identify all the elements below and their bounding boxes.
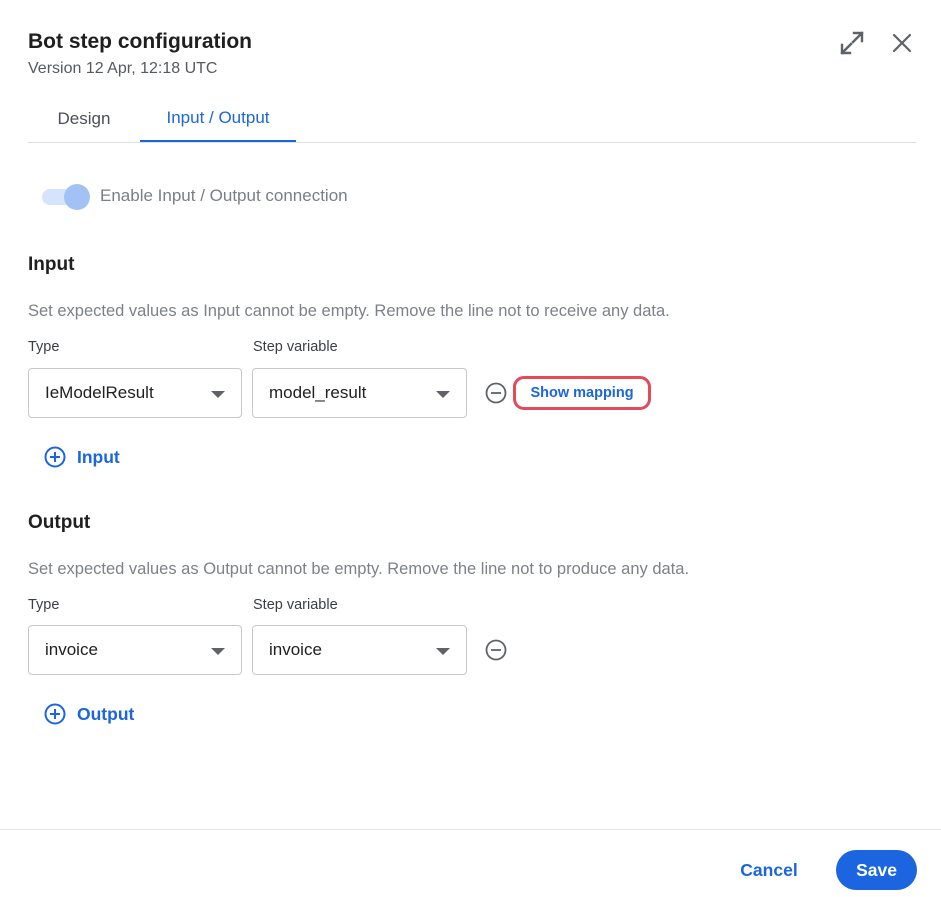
output-variable-label: Step variable: [253, 597, 338, 613]
expand-icon: [840, 31, 864, 55]
input-type-value: IeModelResult: [45, 383, 154, 402]
tab-design[interactable]: Design: [28, 96, 140, 142]
output-type-select[interactable]: invoice: [28, 625, 242, 675]
tab-input-output[interactable]: Input / Output: [140, 96, 296, 142]
input-variable-label: Step variable: [253, 339, 338, 355]
chevron-down-icon: [211, 648, 225, 655]
io-connection-toggle[interactable]: [42, 184, 90, 210]
output-variable-select[interactable]: invoice: [252, 625, 467, 675]
version-subtitle: Version 12 Apr, 12:18 UTC: [28, 60, 218, 77]
close-button[interactable]: [887, 28, 917, 58]
remove-output-row-button[interactable]: [483, 637, 509, 663]
output-type-value: invoice: [45, 640, 98, 659]
remove-input-row-button[interactable]: [483, 380, 509, 406]
toggle-thumb: [64, 184, 90, 210]
chevron-down-icon: [436, 391, 450, 398]
minus-circle-icon: [485, 382, 507, 404]
chevron-down-icon: [211, 391, 225, 398]
plus-circle-icon: [44, 446, 66, 468]
output-type-label: Type: [28, 597, 60, 613]
output-section-description: Set expected values as Output cannot be …: [28, 560, 690, 578]
add-output-button[interactable]: Output: [44, 703, 134, 725]
input-type-label: Type: [28, 339, 60, 355]
close-icon: [892, 33, 912, 53]
minus-circle-icon: [485, 639, 507, 661]
expand-button[interactable]: [837, 28, 867, 58]
input-variable-select[interactable]: model_result: [252, 368, 467, 418]
output-variable-value: invoice: [269, 640, 322, 659]
output-section-title: Output: [28, 512, 91, 533]
toggle-label: Enable Input / Output connection: [100, 186, 348, 205]
show-mapping-button[interactable]: Show mapping: [513, 376, 651, 410]
cancel-button[interactable]: Cancel: [726, 850, 812, 890]
add-output-label: Output: [77, 703, 135, 724]
tabs-divider: [28, 142, 916, 143]
footer-divider: [0, 829, 941, 830]
dialog-title: Bot step configuration: [28, 30, 252, 53]
input-type-select[interactable]: IeModelResult: [28, 368, 242, 418]
add-input-label: Input: [77, 446, 120, 467]
input-section-description: Set expected values as Input cannot be e…: [28, 302, 670, 320]
input-section-title: Input: [28, 254, 75, 275]
save-button[interactable]: Save: [836, 850, 917, 890]
chevron-down-icon: [436, 648, 450, 655]
plus-circle-icon: [44, 703, 66, 725]
input-variable-value: model_result: [269, 383, 367, 402]
add-input-button[interactable]: Input: [44, 446, 120, 468]
